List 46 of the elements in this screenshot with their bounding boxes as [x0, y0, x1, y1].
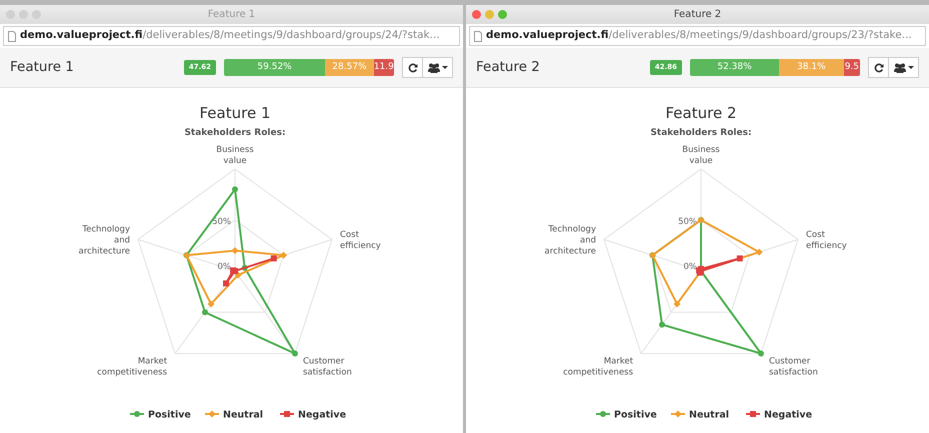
header-title: Feature 2	[476, 58, 540, 78]
window-control-icon[interactable]	[472, 10, 481, 19]
url-bar[interactable]: demo.valueproject.fi/deliverables/8/meetings/9/dashboard/groups/24/?stak...	[3, 26, 460, 46]
refresh-button[interactable]	[868, 57, 889, 78]
axis-category-label: Cost efficiency	[340, 230, 381, 251]
window-control-icon[interactable]	[485, 10, 494, 19]
axis-tick-label: 0%	[684, 262, 697, 272]
legend-item[interactable]: Neutral	[671, 410, 730, 420]
url-bar[interactable]: demo.valueproject.fi/deliverables/8/meetings/9/dashboard/groups/23/?stake...	[469, 26, 926, 46]
group-button[interactable]	[889, 57, 919, 78]
axis-category-label: Customer satisfaction	[302, 356, 352, 378]
axis-tick-label: 50%	[678, 217, 697, 227]
chart-subtitle: Stakeholders Roles:	[650, 128, 752, 138]
page-icon	[474, 30, 482, 42]
legend-item[interactable]: Negative	[280, 410, 346, 420]
window-title: Feature 1	[208, 8, 256, 22]
chart-title: Feature 2	[666, 104, 736, 122]
axis-category-label: Cost efficiency	[806, 230, 847, 251]
caret-icon	[908, 66, 914, 69]
header-title: Feature 1	[10, 58, 74, 78]
legend-item[interactable]: Negative	[746, 410, 812, 420]
axis-tick-label: 0%	[218, 262, 231, 272]
axis-category-label: Technology and architecture	[78, 224, 130, 256]
legend-item[interactable]: Positive	[130, 410, 191, 420]
axis-category-label: Market competitiveness	[97, 356, 168, 378]
legend-item[interactable]: Neutral	[205, 410, 264, 420]
chart-title: Feature 1	[200, 104, 270, 122]
window-control-icon[interactable]	[498, 10, 507, 19]
refresh-icon	[408, 62, 418, 72]
refresh-icon	[874, 62, 884, 72]
caret-icon	[442, 66, 448, 69]
refresh-button[interactable]	[402, 57, 423, 78]
axis-category-label: Technology and architecture	[544, 224, 596, 256]
legend-item[interactable]: Positive	[596, 410, 657, 420]
users-icon	[894, 62, 906, 72]
chart-subtitle: Stakeholders Roles:	[184, 128, 286, 138]
users-icon	[428, 62, 440, 72]
url-text: demo.valueproject.fi/deliverables/8/meetings/9/dashboard/groups/23/?stake...	[486, 28, 912, 44]
axis-category-label: Business value	[216, 145, 254, 166]
group-button[interactable]	[423, 57, 453, 78]
axis-category-label: Market competitiveness	[563, 356, 634, 378]
url-text: demo.valueproject.fi/deliverables/8/meetings/9/dashboard/groups/24/?stak...	[20, 28, 440, 44]
axis-category-label: Business value	[682, 145, 720, 166]
window-title: Feature 2	[674, 8, 722, 22]
page-icon	[8, 30, 16, 42]
axis-category-label: Customer satisfaction	[768, 356, 818, 378]
